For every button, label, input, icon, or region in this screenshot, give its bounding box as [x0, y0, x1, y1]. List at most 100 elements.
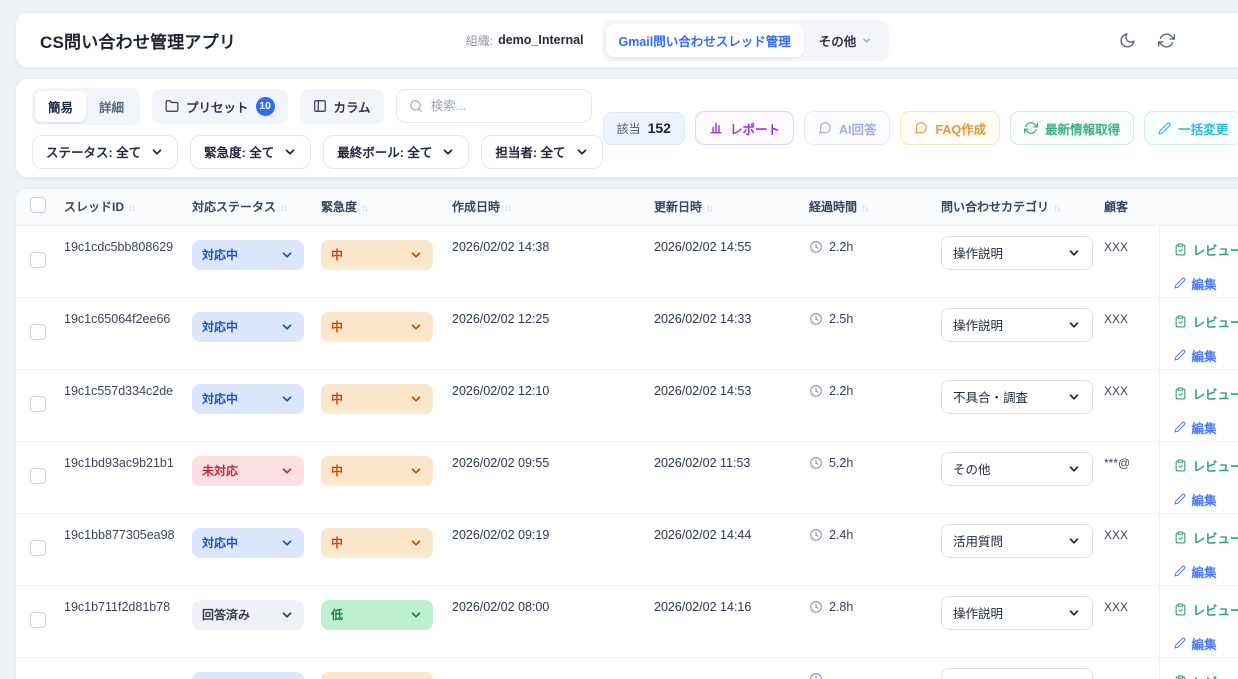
clipboard-icon — [1174, 243, 1187, 256]
thread-id-cell: 19c1bb877305ea98 — [56, 513, 184, 585]
review-label: レビュー — [1193, 312, 1238, 331]
column-updated[interactable]: 更新日時↑↓ — [646, 189, 801, 225]
edit-button[interactable]: 編集 — [1174, 346, 1217, 365]
urgency-pill[interactable]: 中 — [321, 456, 433, 486]
edit-button[interactable]: 編集 — [1174, 562, 1217, 581]
status-label: 対応中 — [202, 390, 238, 407]
column-elapsed[interactable]: 経過時間↑↓ — [801, 189, 933, 225]
edit-button[interactable]: 編集 — [1174, 490, 1217, 509]
urgency-pill[interactable]: 中 — [321, 528, 433, 558]
review-button[interactable]: レビュー — [1174, 384, 1238, 403]
customer-cell: XXX — [1096, 225, 1159, 297]
category-select[interactable]: 活用質問 — [941, 524, 1093, 558]
chevron-down-icon — [280, 392, 294, 406]
edit-button[interactable]: 編集 — [1174, 634, 1217, 653]
search-input[interactable] — [431, 99, 579, 113]
urgency-pill[interactable]: 中 — [321, 384, 433, 414]
review-button[interactable]: レビュー — [1174, 456, 1238, 475]
dark-mode-toggle[interactable] — [1119, 32, 1136, 49]
view-simple-button[interactable]: 簡易 — [35, 91, 86, 122]
urgency-cell: 中 — [313, 441, 444, 513]
table-header-row: スレッドID↑↓ 対応ステータス↑↓ 緊急度↑↓ 作成日時↑↓ 更新日時↑↓ 経… — [16, 189, 1238, 225]
urgency-pill[interactable] — [321, 672, 433, 679]
category-select[interactable]: 操作説明 — [941, 308, 1093, 342]
row-actions-cell: レビュー 編集 — [1159, 369, 1238, 441]
review-label: レビュー — [1193, 456, 1238, 475]
category-select[interactable]: その他 — [941, 452, 1093, 486]
customer-cell: XXX — [1096, 585, 1159, 657]
status-pill[interactable]: 未対応 — [192, 456, 304, 486]
status-cell: 未対応 — [184, 441, 313, 513]
table-row: 19c1bb877305ea98 対応中 中 2026/02/02 09:19 … — [16, 513, 1238, 585]
refresh-button[interactable] — [1158, 32, 1175, 49]
ai-answer-label: AI回答 — [839, 119, 877, 138]
row-actions-cell: レビュー 編集 — [1159, 657, 1238, 679]
urgency-pill[interactable]: 中 — [321, 240, 433, 270]
edit-button[interactable]: 編集 — [1174, 274, 1217, 293]
row-checkbox[interactable] — [30, 252, 46, 268]
fetch-latest-button[interactable]: 最新情報取得 — [1010, 111, 1134, 145]
chevron-down-icon — [1067, 462, 1081, 476]
table-row: レビュー 編集 — [16, 657, 1238, 679]
urgency-label: 低 — [331, 606, 343, 623]
filter-status[interactable]: ステータス: 全て — [32, 135, 178, 169]
review-button[interactable]: レビュー — [1174, 240, 1238, 259]
column-category[interactable]: 問い合わせカテゴリ↑↓ — [933, 189, 1096, 225]
updated-cell: 2026/02/02 14:16 — [646, 585, 801, 657]
elapsed-value: 2.2h — [829, 384, 853, 398]
row-checkbox[interactable] — [30, 540, 46, 556]
category-select[interactable]: 操作説明 — [941, 236, 1093, 270]
review-button[interactable]: レビュー — [1174, 672, 1238, 679]
column-status[interactable]: 対応ステータス↑↓ — [184, 189, 313, 225]
status-pill[interactable]: 回答済み — [192, 600, 304, 630]
chevron-down-icon — [280, 536, 294, 550]
tab-gmail-thread-management[interactable]: Gmail問い合わせスレッド管理 — [606, 24, 804, 57]
column-thread-id[interactable]: スレッドID↑↓ — [56, 189, 184, 225]
tab-other-menu[interactable]: その他 — [806, 24, 886, 57]
columns-button[interactable]: カラム — [300, 89, 384, 124]
status-pill[interactable] — [192, 672, 304, 679]
filter-assignee[interactable]: 担当者: 全て — [481, 135, 602, 169]
created-cell: 2026/02/02 09:19 — [444, 513, 646, 585]
urgency-pill[interactable]: 中 — [321, 312, 433, 342]
table-row: 19c1cdc5bb808629 対応中 中 2026/02/02 14:38 … — [16, 225, 1238, 297]
status-pill[interactable]: 対応中 — [192, 240, 304, 270]
status-pill[interactable]: 対応中 — [192, 528, 304, 558]
customer-cell: ***@ — [1096, 441, 1159, 513]
filter-last-ball[interactable]: 最終ボール: 全て — [323, 135, 469, 169]
row-checkbox[interactable] — [30, 324, 46, 340]
edit-button[interactable]: 編集 — [1174, 418, 1217, 437]
urgency-pill[interactable]: 低 — [321, 600, 433, 630]
report-button[interactable]: レポート — [695, 111, 794, 145]
category-cell — [933, 657, 1096, 679]
column-label: 対応ステータス — [192, 200, 276, 214]
column-urgency[interactable]: 緊急度↑↓ — [313, 189, 444, 225]
clock-icon — [809, 672, 823, 679]
column-label: 更新日時 — [654, 200, 702, 214]
review-button[interactable]: レビュー — [1174, 528, 1238, 547]
row-checkbox[interactable] — [30, 396, 46, 412]
tab-label: Gmail問い合わせスレッド管理 — [619, 31, 791, 50]
bulk-edit-button[interactable]: 一括変更 — [1144, 111, 1238, 145]
review-button[interactable]: レビュー — [1174, 312, 1238, 331]
column-created[interactable]: 作成日時↑↓ — [444, 189, 646, 225]
category-select[interactable] — [941, 668, 1093, 679]
status-pill[interactable]: 対応中 — [192, 384, 304, 414]
chevron-down-icon — [409, 248, 423, 262]
select-all-checkbox[interactable] — [30, 197, 46, 213]
preset-label: プリセット — [186, 97, 249, 116]
row-checkbox[interactable] — [30, 612, 46, 628]
faq-create-button[interactable]: FAQ作成 — [900, 111, 1000, 145]
category-select[interactable]: 不具合・調査 — [941, 380, 1093, 414]
view-detail-button[interactable]: 詳細 — [86, 91, 137, 122]
category-cell: 操作説明 — [933, 585, 1096, 657]
report-label: レポート — [730, 119, 780, 138]
filter-urgency[interactable]: 緊急度: 全て — [190, 135, 311, 169]
category-select[interactable]: 操作説明 — [941, 596, 1093, 630]
search-icon — [409, 99, 423, 113]
status-pill[interactable]: 対応中 — [192, 312, 304, 342]
preset-button[interactable]: プリセット 10 — [152, 89, 288, 124]
review-button[interactable]: レビュー — [1174, 600, 1238, 619]
ai-answer-button[interactable]: AI回答 — [804, 111, 891, 145]
row-checkbox[interactable] — [30, 468, 46, 484]
